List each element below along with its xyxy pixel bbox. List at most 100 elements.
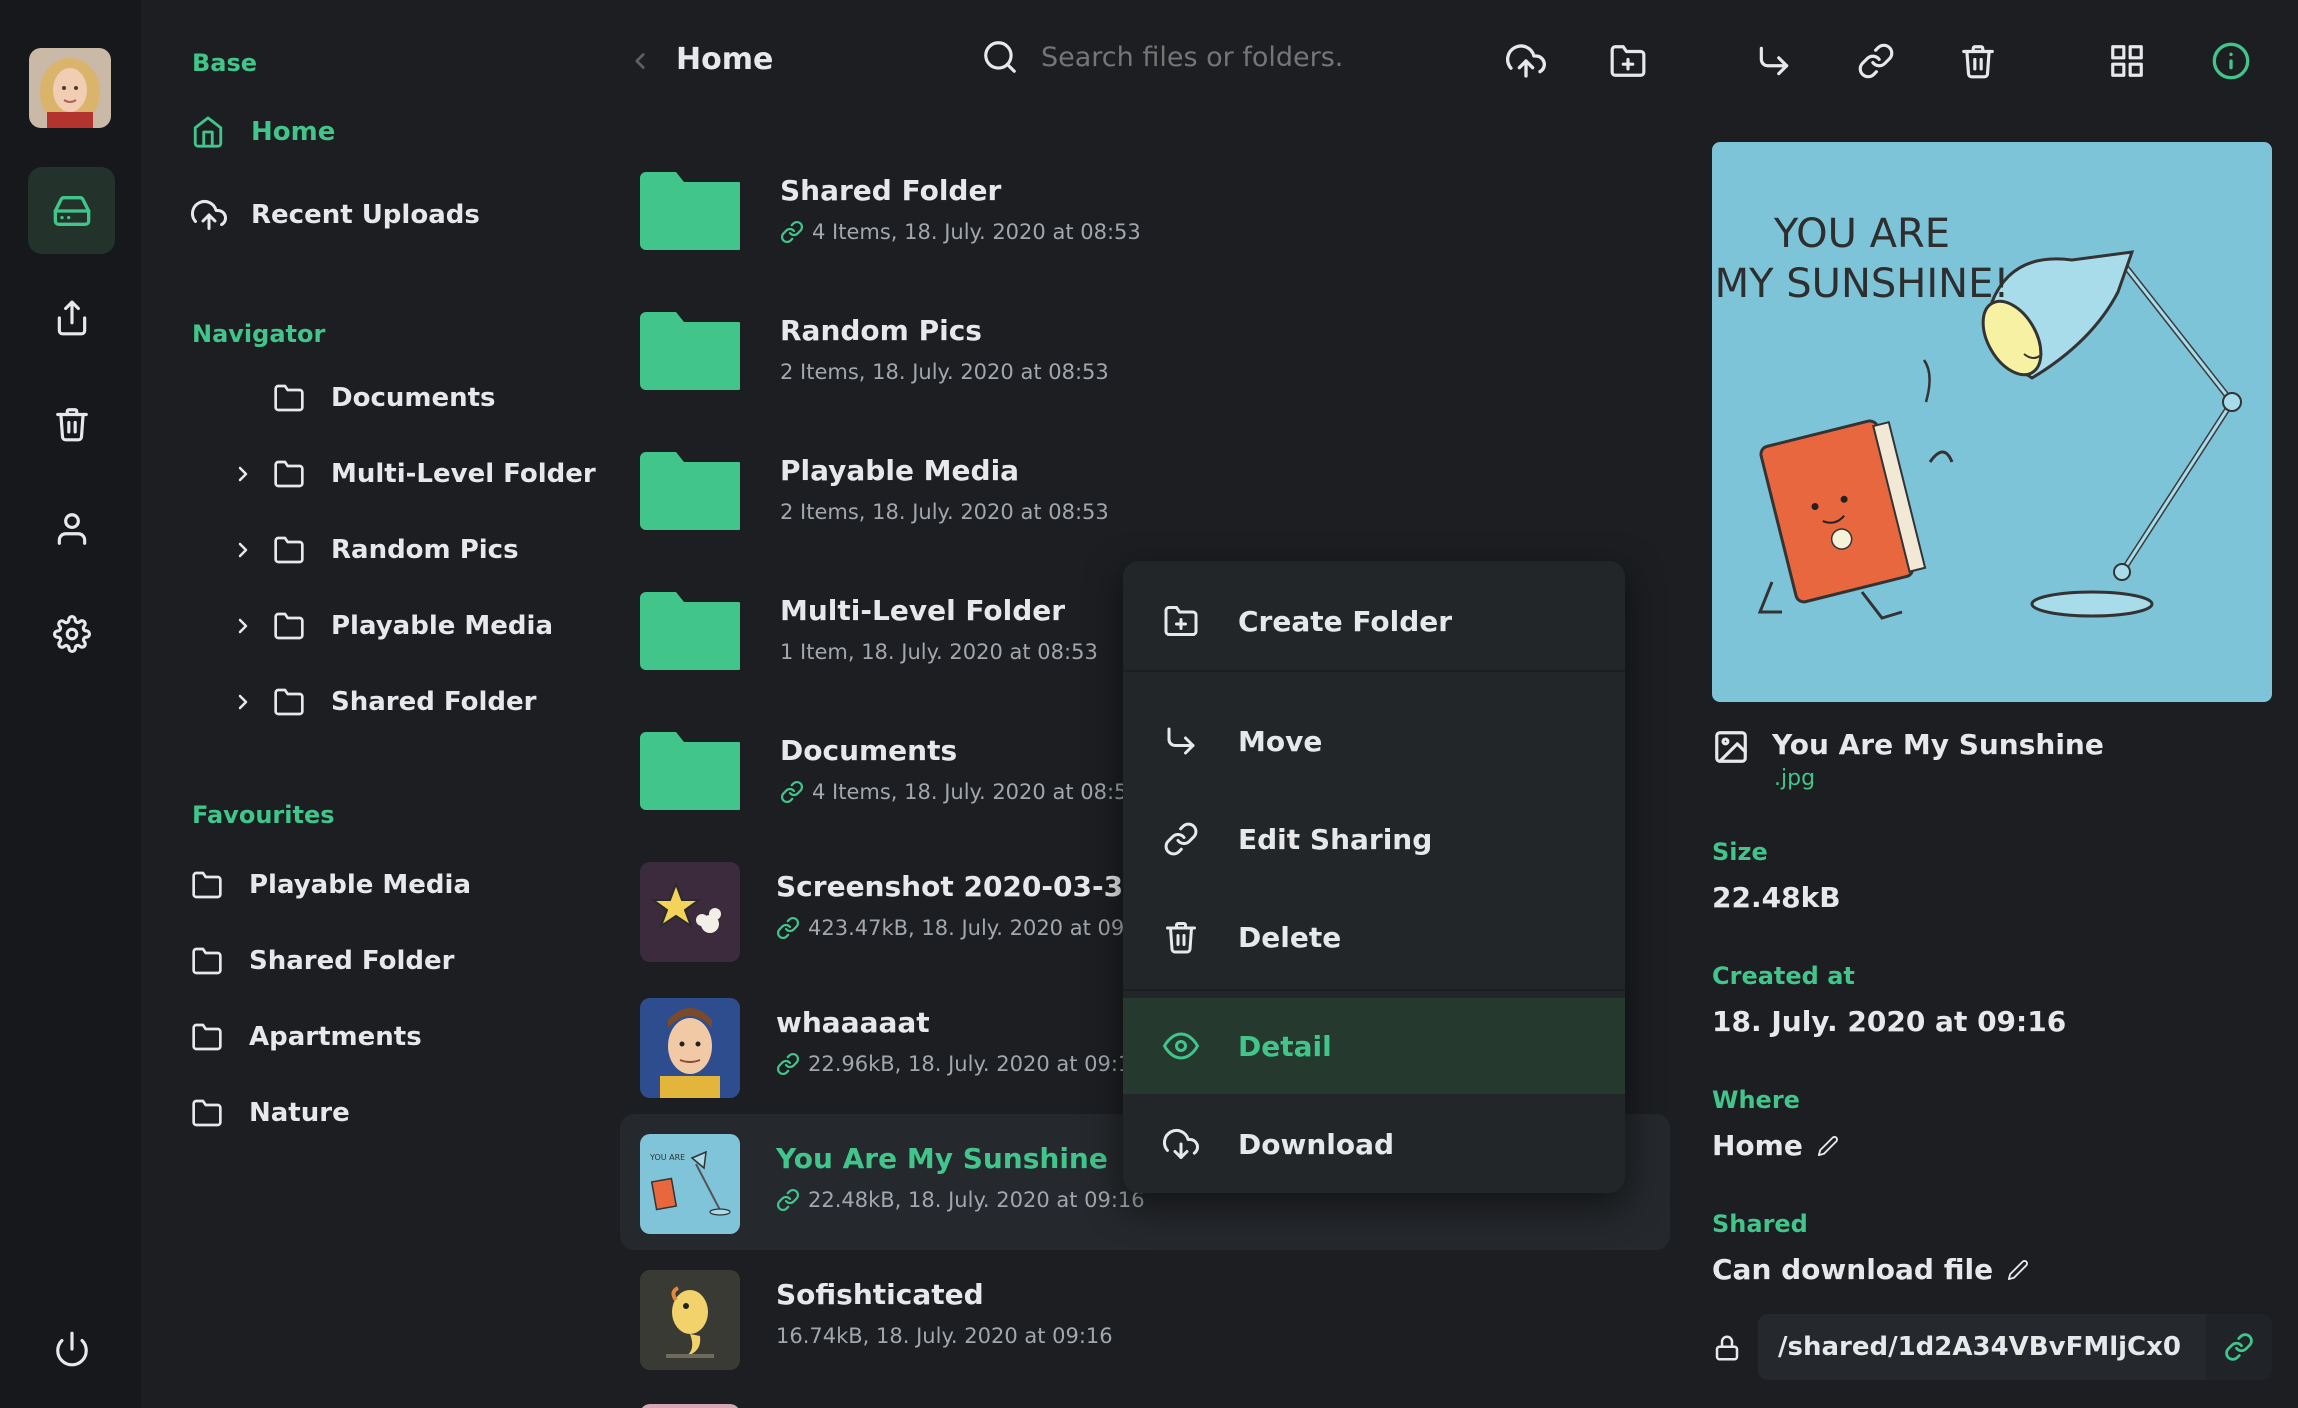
image-preview: YOU ARE MY SUNSHINE! bbox=[1712, 142, 2272, 702]
created-value: 18. July. 2020 at 09:16 bbox=[1712, 1005, 2067, 1038]
search-bar[interactable] bbox=[981, 38, 1341, 76]
file-meta: 1 Item, 18. July. 2020 at 08:53 bbox=[780, 640, 1098, 664]
rail-files-button[interactable] bbox=[28, 167, 115, 254]
file-meta: 16.74kB, 18. July. 2020 at 09:16 bbox=[776, 1324, 1113, 1348]
share-link-icon bbox=[1858, 43, 1894, 79]
folder-icon bbox=[192, 1023, 222, 1051]
rail-trash-button[interactable] bbox=[28, 380, 115, 467]
file-meta-text: 2 Items, 18. July. 2020 at 08:53 bbox=[780, 360, 1109, 384]
chevron-right-icon[interactable] bbox=[231, 614, 255, 638]
svg-text:YOU ARE: YOU ARE bbox=[649, 1153, 685, 1162]
trash-icon bbox=[1962, 45, 1994, 79]
file-meta-text: 22.48kB, 18. July. 2020 at 09:16 bbox=[808, 1188, 1145, 1212]
search-input[interactable] bbox=[1041, 41, 1341, 73]
shared-value: Can download file bbox=[1712, 1253, 1994, 1286]
menu-item-label: Download bbox=[1238, 1127, 1395, 1161]
chevron-right-icon[interactable] bbox=[231, 462, 255, 486]
menu-item-label: Edit Sharing bbox=[1238, 822, 1433, 856]
chevron-left-icon bbox=[635, 53, 645, 69]
menu-item-create-folder[interactable]: Create Folder bbox=[1123, 573, 1625, 669]
delete-button[interactable] bbox=[1957, 40, 1999, 82]
menu-item-edit-sharing[interactable]: Edit Sharing bbox=[1123, 791, 1625, 887]
grid-view-button[interactable] bbox=[2106, 40, 2148, 82]
menu-item-delete[interactable]: Delete bbox=[1123, 889, 1625, 985]
size-label: Size bbox=[1712, 838, 1768, 866]
sidebar-item-random-pics[interactable]: Random Pics bbox=[231, 525, 519, 575]
link-icon bbox=[2225, 1333, 2253, 1361]
where-row: Home bbox=[1712, 1129, 1839, 1162]
pencil-icon[interactable] bbox=[1817, 1135, 1839, 1157]
shared-link-icon bbox=[776, 1188, 800, 1212]
favourite-item-label: Nature bbox=[249, 1098, 350, 1128]
avatar[interactable] bbox=[29, 48, 111, 128]
chevron-right-icon[interactable] bbox=[231, 538, 255, 562]
lock-icon bbox=[1715, 1335, 1739, 1361]
upload-button[interactable] bbox=[1505, 40, 1547, 82]
folder-icon bbox=[274, 384, 304, 412]
favourite-item-playable-media[interactable]: Playable Media bbox=[191, 860, 471, 910]
size-value: 22.48kB bbox=[1712, 881, 1841, 914]
toolbar: Home bbox=[601, 0, 2298, 124]
trash-icon bbox=[1166, 922, 1196, 954]
sidebar-item-label: Recent Uploads bbox=[251, 200, 480, 230]
sidebar-item-recent-uploads[interactable]: Recent Uploads bbox=[191, 190, 480, 240]
file-row[interactable]: Random Pics 2 Items, 18. July. 2020 at 0… bbox=[620, 286, 1670, 422]
file-meta-text: 22.96kB, 18. July. 2020 at 09:16 bbox=[808, 1052, 1145, 1076]
favourite-item-apartments[interactable]: Apartments bbox=[191, 1012, 422, 1062]
create-folder-icon bbox=[1164, 606, 1198, 636]
copy-link-button[interactable] bbox=[2206, 1314, 2272, 1380]
sidebar-item-playable-media[interactable]: Playable Media bbox=[231, 601, 553, 651]
create-folder-button[interactable] bbox=[1607, 40, 1649, 82]
menu-item-detail[interactable]: Detail bbox=[1123, 998, 1625, 1094]
rail-logout-button[interactable] bbox=[28, 1305, 115, 1392]
file-meta: 4 Items, 18. July. 2020 at 08:53 bbox=[780, 220, 1141, 244]
image-file-icon bbox=[1715, 731, 1747, 763]
menu-item-download[interactable]: Download bbox=[1123, 1096, 1625, 1192]
sidebar-item-documents[interactable]: Documents bbox=[231, 373, 496, 423]
shared-row: Can download file bbox=[1712, 1253, 2029, 1286]
back-button[interactable] bbox=[627, 46, 653, 76]
sidebar-item-shared-folder[interactable]: Shared Folder bbox=[231, 677, 536, 727]
folder-thumbnail bbox=[640, 726, 740, 826]
pencil-icon[interactable] bbox=[2007, 1259, 2029, 1281]
chevron-right-icon[interactable] bbox=[231, 690, 255, 714]
sidebar-item-home[interactable]: Home bbox=[191, 107, 335, 157]
file-row[interactable]: Playable Media 2 Items, 18. July. 2020 a… bbox=[620, 426, 1670, 562]
shared-link-icon bbox=[776, 1052, 800, 1076]
menu-divider bbox=[1123, 670, 1625, 672]
folder-icon bbox=[274, 460, 304, 488]
rail-profile-button[interactable] bbox=[28, 485, 115, 572]
rail-upload-button[interactable] bbox=[28, 274, 115, 361]
file-meta-text: 4 Items, 18. July. 2020 at 08:53 bbox=[812, 220, 1141, 244]
favourite-item-shared-folder[interactable]: Shared Folder bbox=[191, 936, 454, 986]
share-link-field[interactable]: /shared/1d2A34VBvFMljCx0 bbox=[1758, 1314, 2272, 1380]
preview-text-line-1: YOU ARE bbox=[1773, 211, 1950, 257]
file-meta: 2 Items, 18. July. 2020 at 08:53 bbox=[780, 500, 1109, 524]
hard-drive-icon bbox=[53, 195, 90, 226]
base-section-title: Base bbox=[192, 49, 258, 77]
home-icon bbox=[193, 116, 223, 148]
sidebar-item-label: Playable Media bbox=[331, 611, 553, 641]
favourite-item-nature[interactable]: Nature bbox=[191, 1088, 350, 1138]
file-meta: 423.47kB, 18. July. 2020 at 09:1 bbox=[776, 916, 1145, 940]
gear-icon bbox=[52, 614, 91, 653]
sidebar-item-label: Multi-Level Folder bbox=[331, 459, 596, 489]
file-meta-text: 4 Items, 18. July. 2020 at 08:53 bbox=[812, 780, 1141, 804]
next-row-thumbnail-edge bbox=[640, 1404, 740, 1408]
info-icon bbox=[2212, 42, 2250, 80]
file-meta: 22.96kB, 18. July. 2020 at 09:16 bbox=[776, 1052, 1145, 1076]
sidebar-item-label: Home bbox=[251, 117, 336, 147]
file-row[interactable]: Shared Folder 4 Items, 18. July. 2020 at… bbox=[620, 150, 1670, 282]
move-button[interactable] bbox=[1753, 40, 1795, 82]
sidebar-item-multi-level-folder[interactable]: Multi-Level Folder bbox=[231, 449, 596, 499]
share-button[interactable] bbox=[1855, 40, 1897, 82]
file-row[interactable]: Sofishticated 16.74kB, 18. July. 2020 at… bbox=[620, 1250, 1670, 1386]
folder-thumbnail bbox=[640, 586, 740, 686]
folder-thumbnail bbox=[640, 306, 740, 406]
rail-settings-button[interactable] bbox=[28, 590, 115, 677]
info-button[interactable] bbox=[2210, 40, 2252, 82]
file-name: whaaaaat bbox=[776, 1006, 930, 1039]
detail-file-ext: .jpg bbox=[1774, 766, 1816, 791]
navigator-sidebar: Base Home Recent Uploads Navigator Docum… bbox=[141, 0, 601, 1408]
menu-item-move[interactable]: Move bbox=[1123, 693, 1625, 789]
